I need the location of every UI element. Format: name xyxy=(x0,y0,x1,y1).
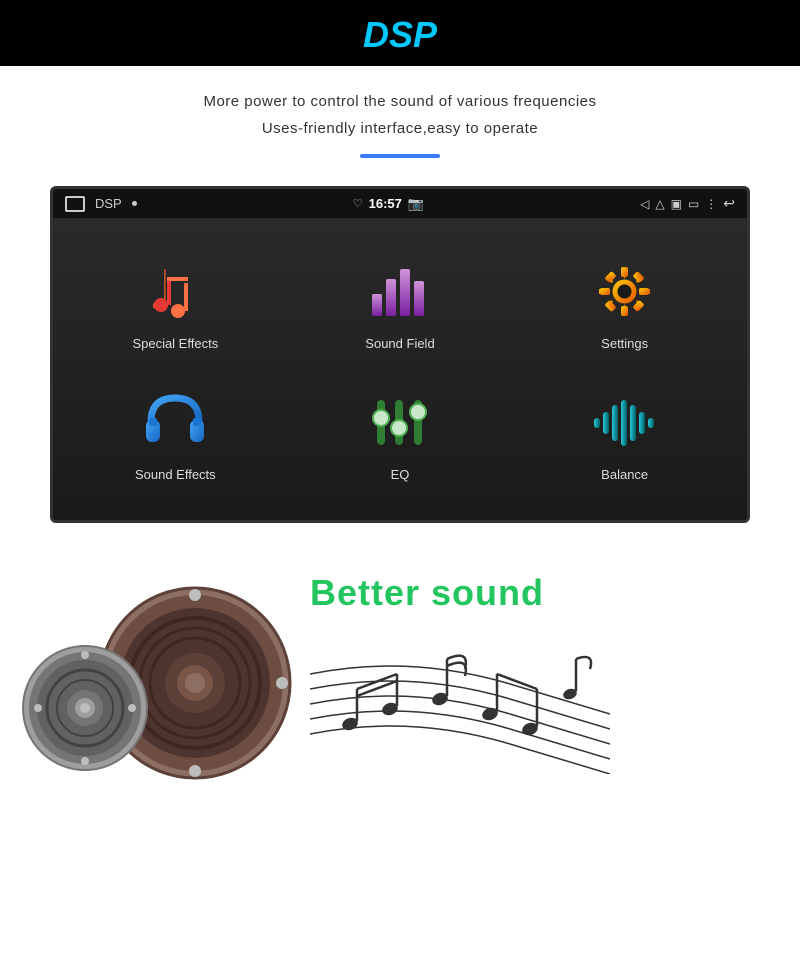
blue-divider xyxy=(360,154,440,158)
status-left: DSP xyxy=(65,196,137,212)
subtitle-section: More power to control the sound of vario… xyxy=(0,66,800,168)
location-icon: ♡ xyxy=(353,197,363,210)
status-center: ♡ 16:57 📷 xyxy=(353,196,424,212)
balance-label: Balance xyxy=(601,467,648,482)
triangle-icon: △ xyxy=(655,197,664,211)
home-icon[interactable] xyxy=(65,196,85,212)
svg-text:𝅗𝅥: 𝅗𝅥 xyxy=(151,264,168,321)
app-special-effects[interactable]: 𝅗𝅥 Special Effects xyxy=(63,238,288,369)
subtitle-line1: More power to control the sound of vario… xyxy=(40,88,760,115)
speakers-svg xyxy=(30,553,290,793)
app-name-label: DSP xyxy=(95,196,122,211)
subtitle-line2: Uses-friendly interface,easy to operate xyxy=(40,115,760,142)
time-display: 16:57 xyxy=(369,196,402,211)
special-effects-label: Special Effects xyxy=(132,336,218,351)
sound-field-icon xyxy=(365,256,435,326)
app-settings[interactable]: Settings xyxy=(512,238,737,369)
status-dot xyxy=(132,201,137,206)
better-sound-text: Better sound xyxy=(310,572,544,614)
sound-field-label: Sound Field xyxy=(365,336,434,351)
volume-icon: ◁ xyxy=(640,197,649,211)
app-grid: 𝅗𝅥 Special Effects xyxy=(53,218,747,520)
sound-effects-icon xyxy=(140,387,210,457)
music-notes-svg xyxy=(310,614,610,774)
app-balance[interactable]: Balance xyxy=(512,369,737,500)
eq-icon xyxy=(365,387,435,457)
back-icon[interactable]: ↩ xyxy=(723,195,735,212)
app-sound-field[interactable]: Sound Field xyxy=(288,238,513,369)
camera-icon: 📷 xyxy=(408,196,424,212)
music-notes-area: Better sound xyxy=(310,572,770,774)
header-title: DSP xyxy=(0,14,800,56)
rect-icon: ▭ xyxy=(688,197,699,211)
app-sound-effects[interactable]: Sound Effects xyxy=(63,369,288,500)
balance-icon xyxy=(590,387,660,457)
status-right: ◁ △ ▣ ▭ ⋮ ↩ xyxy=(640,195,735,212)
header: DSP xyxy=(0,0,800,66)
better-sound-section: Better sound xyxy=(0,523,800,813)
more-icon: ⋮ xyxy=(705,197,717,211)
special-effects-icon: 𝅗𝅥 xyxy=(140,256,210,326)
box-icon: ▣ xyxy=(671,197,682,211)
dsp-title: DSP xyxy=(363,14,437,55)
settings-icon xyxy=(590,256,660,326)
eq-label: EQ xyxy=(391,467,410,482)
screen-mockup: DSP ♡ 16:57 📷 ◁ △ ▣ ▭ ⋮ ↩ xyxy=(50,186,750,523)
status-bar: DSP ♡ 16:57 📷 ◁ △ ▣ ▭ ⋮ ↩ xyxy=(53,189,747,218)
sound-effects-label: Sound Effects xyxy=(135,467,216,482)
speakers-area xyxy=(30,553,290,793)
settings-label: Settings xyxy=(601,336,648,351)
app-eq[interactable]: EQ xyxy=(288,369,513,500)
